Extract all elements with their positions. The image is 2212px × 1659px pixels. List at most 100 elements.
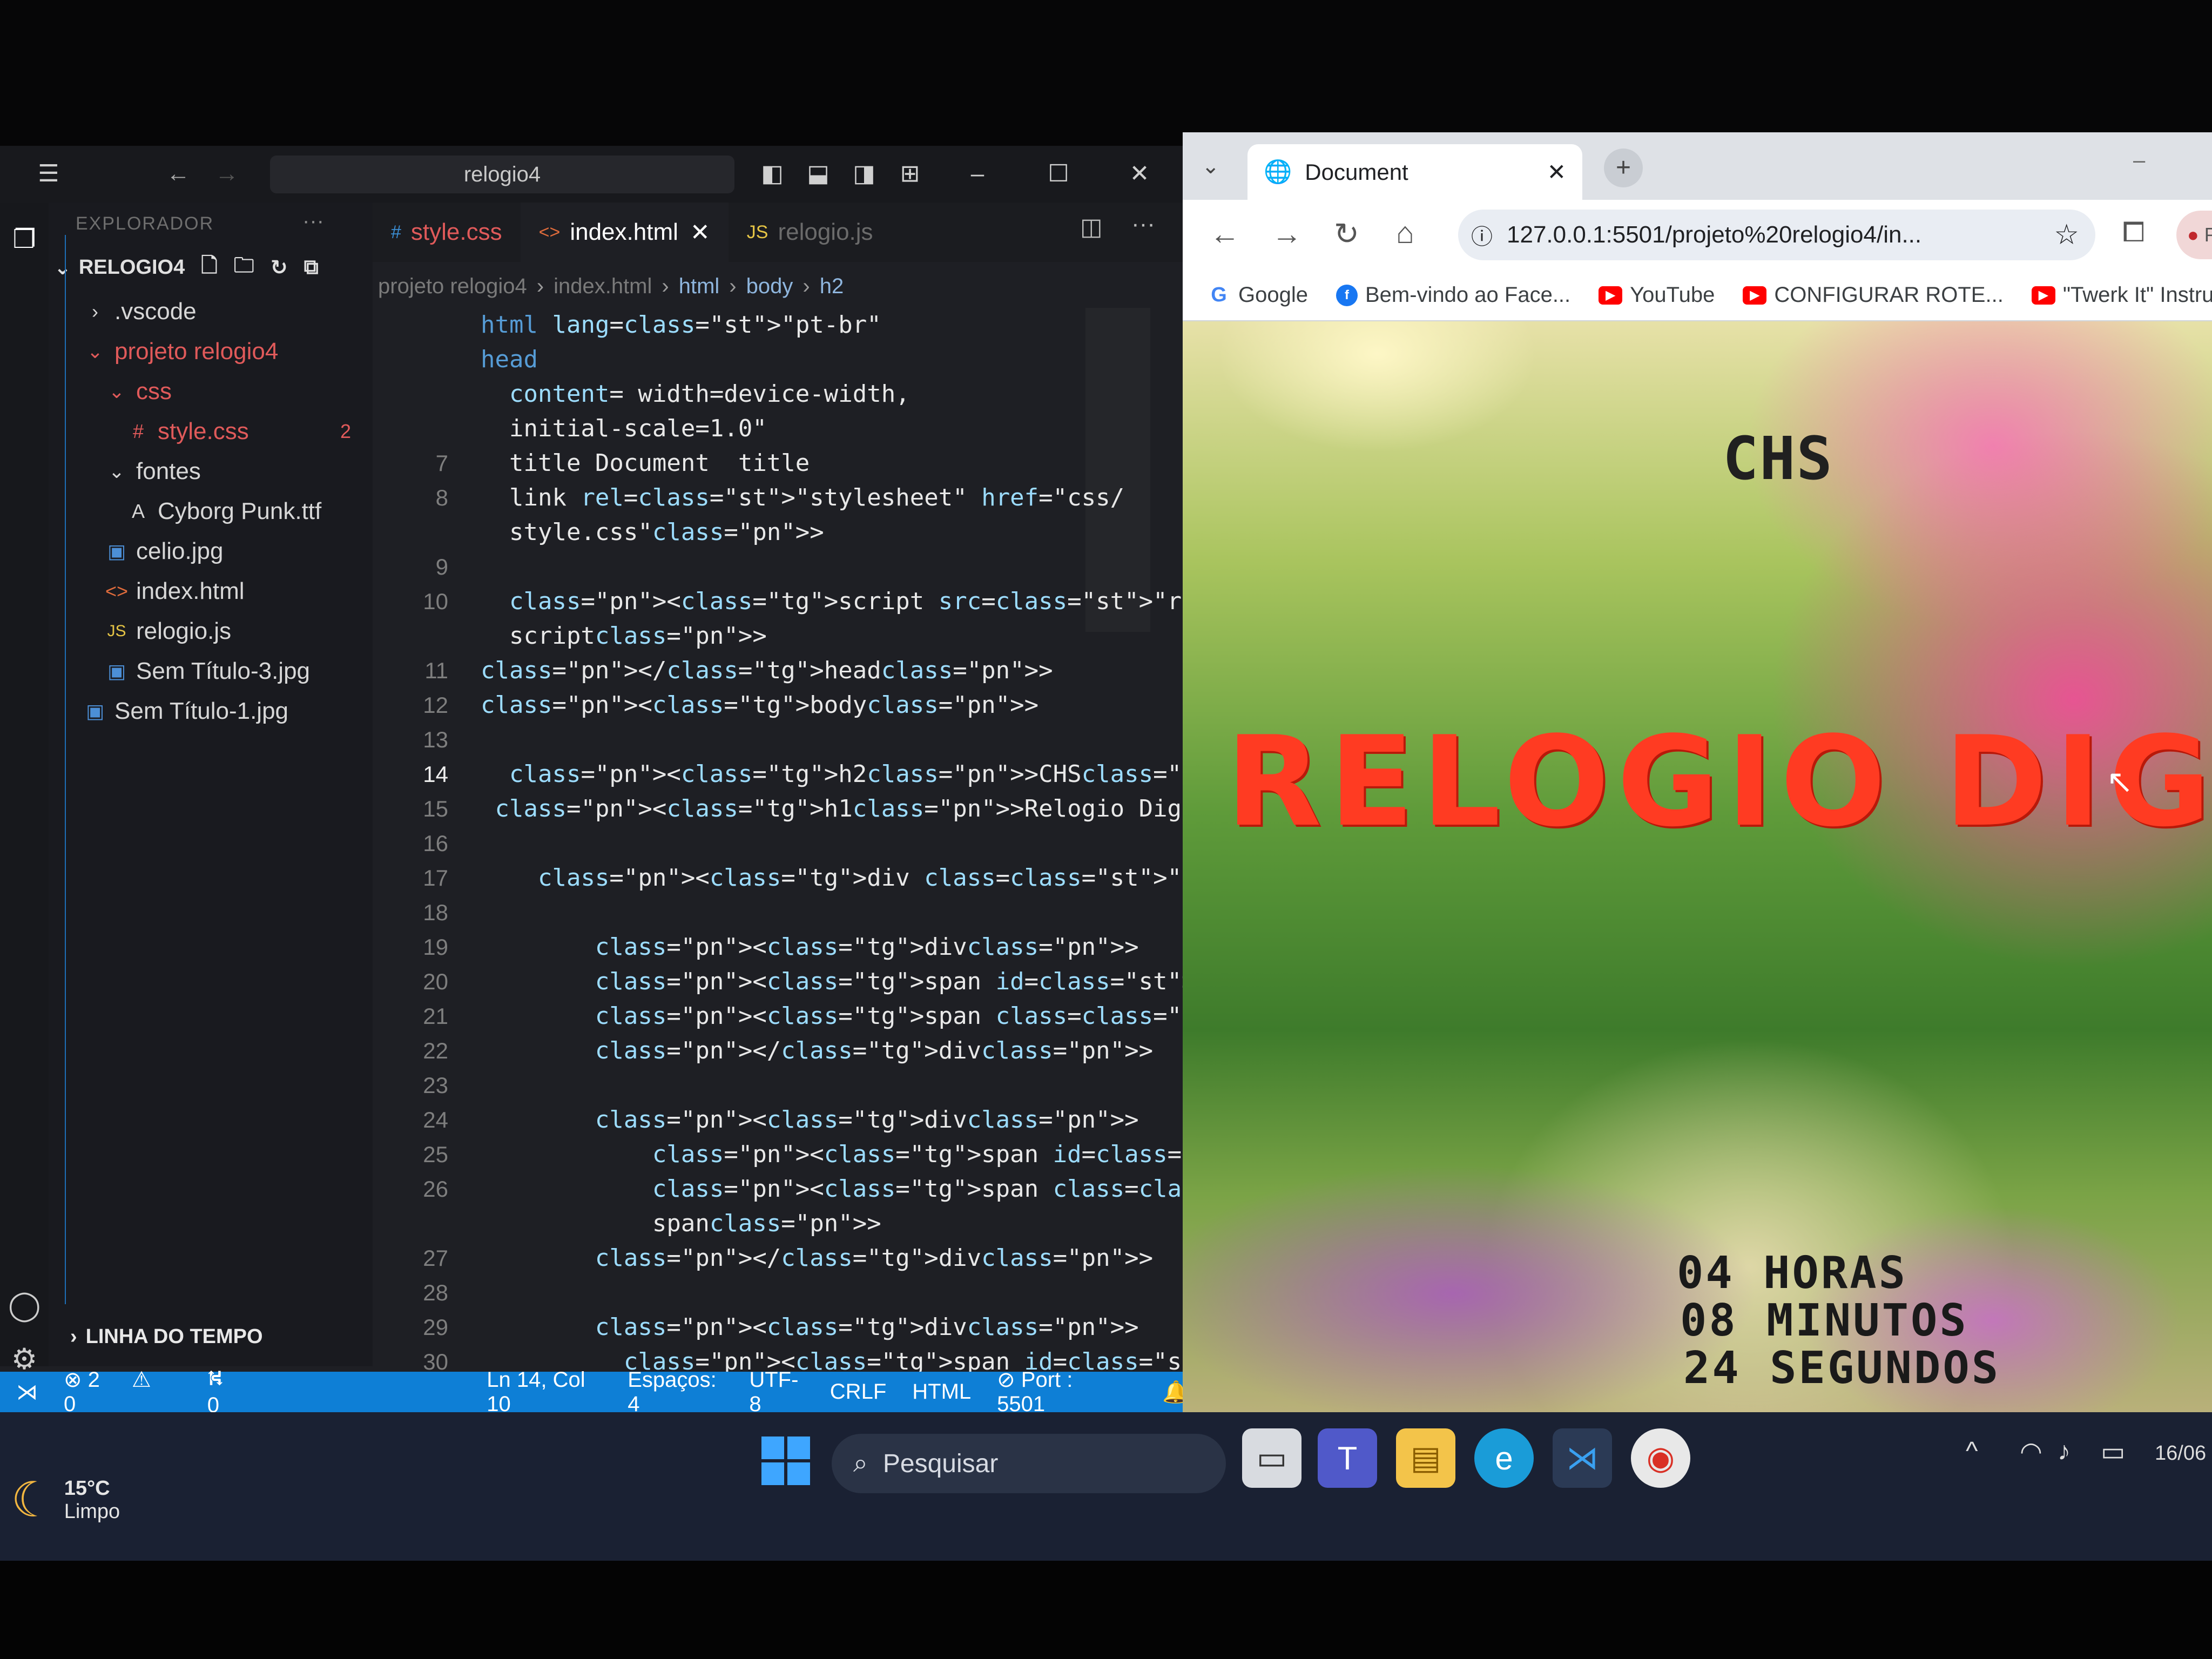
toggle-secondary-sidebar-icon[interactable]: ◨ [848,158,880,190]
bookmark-item[interactable]: ▶ "Twerk It" Instrume... [2031,283,2212,307]
breadcrumb-item[interactable]: index.html [554,274,652,299]
code-line[interactable]: class="pn"><class="tg">div class=class="… [481,861,1215,895]
code-line[interactable]: class="pn"><class="tg">script src=class=… [481,584,1215,619]
code-line[interactable]: class="pn"><class="tg">span id=class="st… [481,965,1215,999]
bookmark-item[interactable]: ▶ CONFIGURAR ROTE... [1743,283,2004,307]
wifi-icon[interactable]: ◠ [2020,1437,2042,1467]
tree-item[interactable]: ⌄ projeto relogio4 [49,332,373,372]
new-tab-icon[interactable]: + [1604,149,1643,187]
cursor-position[interactable]: Ln 14, Col 10 [487,1368,602,1413]
maximize-icon[interactable]: ☐ [1042,158,1075,190]
taskbar-search[interactable]: ⌕ Pesquisar [832,1434,1226,1493]
browser-tab[interactable]: 🌐 Document ✕ [1247,144,1582,200]
code-line[interactable] [481,1276,1183,1310]
editor-tab[interactable]: # style.css [373,203,521,262]
command-center[interactable]: relogio4 [270,156,734,193]
tree-item[interactable]: › .vscode [49,292,373,332]
code-line[interactable]: title Document title [481,446,1183,481]
code-line[interactable]: class="pn"><class="tg">span class=class=… [481,1172,1215,1206]
code-line[interactable]: class="pn"></class="tg">headclass="pn">> [481,653,1183,688]
code-line[interactable] [481,723,1183,757]
language-mode[interactable]: HTML [912,1380,971,1404]
code-line[interactable] [481,1068,1183,1103]
vscode-icon[interactable]: ⋊ [1553,1428,1612,1488]
code-line[interactable]: class="pn"></class="tg">divclass="pn">> [481,1034,1183,1068]
back-icon[interactable]: ← [1210,216,1240,251]
tree-item[interactable]: ▣ Sem Título-1.jpg [49,691,373,731]
tree-item[interactable]: A Cyborg Punk.ttf [49,491,373,531]
tab-search-icon[interactable]: ⌄ [1202,154,1220,179]
profile-button[interactable]: ● Paus [2176,211,2212,259]
close-tab-icon[interactable]: ✕ [690,219,710,246]
live-server[interactable]: ⊘ Port : 5501 [997,1367,1136,1412]
extensions-icon[interactable]: ⧠ [2122,216,2145,249]
code-line[interactable]: link rel=class="st">"stylesheet" href="c… [481,481,1183,515]
workspace-root[interactable]: ⌄ RELOGIO4 🗋 🗀 ↻ ⧉ [54,246,319,289]
weather-widget[interactable]: ☾ 15°C Limpo [11,1472,120,1528]
code-editor[interactable]: html lang=class="st">"pt-br" head content… [481,308,1216,1410]
code-line[interactable]: html lang=class="st">"pt-br" [481,308,1183,342]
breadcrumb-item[interactable]: projeto relogio4 [378,274,527,299]
battery-icon[interactable]: ▭ [2101,1437,2125,1467]
code-line[interactable]: class="pn"><class="tg">span id=class="st… [481,1137,1215,1172]
code-line[interactable]: class="pn"><class="tg">span class=class=… [481,999,1215,1034]
editor-tab[interactable]: <> index.html ✕ [520,203,729,262]
minimap[interactable] [1085,308,1150,632]
teams-icon[interactable]: T [1318,1428,1377,1488]
minimize-icon[interactable]: – [2133,149,2145,173]
indentation[interactable]: Espaços: 4 [628,1368,723,1413]
code-line[interactable] [481,550,1183,584]
code-line[interactable]: class="pn"><class="tg">divclass="pn">> [481,1103,1183,1137]
task-view-icon[interactable]: ▭ [1242,1428,1301,1488]
encoding[interactable]: UTF-8 [749,1368,804,1413]
bookmark-item[interactable]: G Google [1207,283,1308,307]
remote-icon[interactable]: ⋊ [16,1380,38,1405]
code-line[interactable]: head [481,342,1183,377]
code-line[interactable] [481,826,1183,861]
reload-icon[interactable]: ↻ [1334,216,1359,252]
close-icon[interactable]: ✕ [1123,158,1156,190]
tree-item[interactable]: <> index.html [49,571,373,611]
new-file-icon[interactable]: 🗋 [201,250,218,285]
bookmark-item[interactable]: f Bem-vindo ao Face... [1336,283,1570,307]
editor-more-icon[interactable]: ··· [1131,211,1155,238]
code-line[interactable]: class="pn"></class="tg">divclass="pn">> [481,1241,1183,1276]
home-icon[interactable]: ⌂ [1396,215,1414,250]
folder-icon[interactable]: ▤ [1396,1428,1455,1488]
end-of-line[interactable]: CRLF [830,1380,886,1404]
start-button[interactable] [761,1437,810,1485]
tree-item[interactable]: ▣ Sem Título-3.jpg [49,651,373,691]
forward-icon[interactable]: → [1272,216,1302,251]
breadcrumb-item[interactable]: body [746,274,793,299]
code-line[interactable]: class="pn"><class="tg">divclass="pn">> [481,1310,1183,1345]
minimize-icon[interactable]: – [961,158,994,190]
code-line[interactable]: spanclass="pn">> [481,1206,1183,1241]
toggle-sidebar-icon[interactable]: ◧ [756,158,788,190]
site-info-icon[interactable]: ⓘ [1471,219,1493,251]
code-line[interactable]: scriptclass="pn">> [481,619,1183,653]
menu-icon[interactable]: ☰ [32,158,65,190]
volume-icon[interactable]: ♪ [2058,1437,2071,1466]
address-bar[interactable]: ⓘ 127.0.0.1:5501/projeto%20relogio4/in..… [1458,210,2095,260]
account-icon[interactable]: ◯ [8,1288,41,1321]
breadcrumb-item[interactable]: h2 [820,274,844,299]
forward-icon[interactable]: → [211,158,243,190]
back-icon[interactable]: ← [162,158,194,190]
code-line[interactable]: class="pn"><class="tg">h1class="pn">>Rel… [481,792,1216,826]
code-line[interactable]: style.css"class="pn">> [481,515,1183,550]
settings-gear-icon[interactable]: ⚙ [8,1342,41,1375]
layout-icon[interactable]: ⊞ [894,158,926,190]
tree-item[interactable]: ⌄ css [49,372,373,412]
ports-indicator[interactable]: ⛕ 0 [207,1366,261,1412]
code-line[interactable] [481,895,1183,930]
show-hidden-icons[interactable]: ^ [1966,1437,1978,1466]
bookmark-star-icon[interactable]: ☆ [2054,219,2079,251]
clock-date[interactable]: 16/06 [2155,1442,2206,1465]
code-line[interactable]: class="pn"><class="tg">h2class="pn">>CHS… [481,757,1215,792]
timeline-section[interactable]: › LINHA DO TEMPO [70,1315,263,1358]
code-line[interactable]: content= width=device-width, [481,377,1183,412]
chrome-icon[interactable]: ◉ [1631,1428,1690,1488]
collapse-all-icon[interactable]: ⧉ [304,256,319,279]
explorer-icon[interactable]: ❐ [8,224,41,257]
split-editor-icon[interactable]: ◫ [1080,213,1103,241]
